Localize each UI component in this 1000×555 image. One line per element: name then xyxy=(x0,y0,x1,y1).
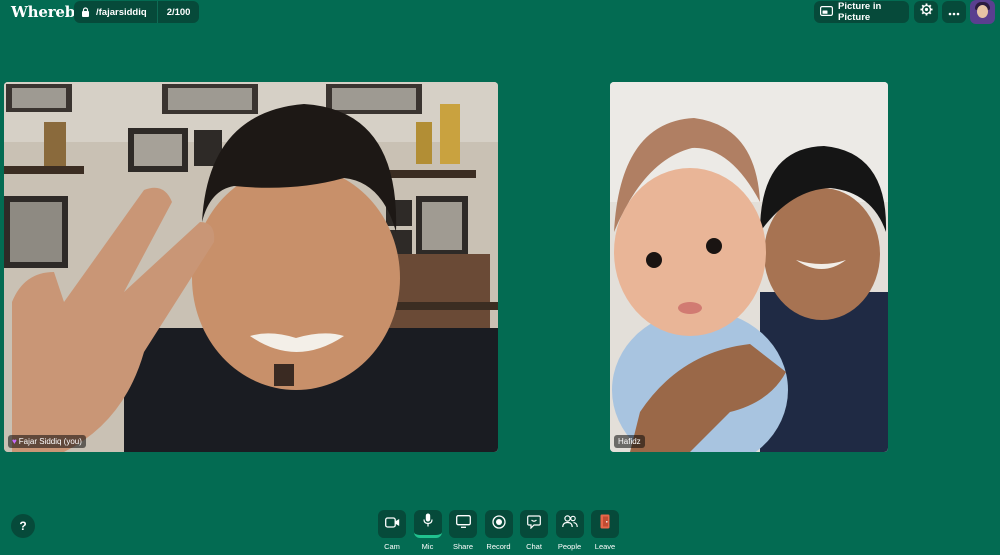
door-icon xyxy=(600,514,610,534)
whereby-logo: Whereby xyxy=(11,3,84,21)
people-control[interactable]: People xyxy=(555,510,584,551)
leave-control[interactable]: Leave xyxy=(591,510,619,551)
chat-button[interactable] xyxy=(520,510,548,538)
video-tile-self[interactable]: ♥ Fajar Siddiq (you) xyxy=(4,82,498,452)
more-options-button[interactable] xyxy=(942,1,966,23)
room-name: /fajarsiddiq xyxy=(96,6,147,18)
gear-icon xyxy=(919,3,933,21)
cam-label: Cam xyxy=(384,542,400,551)
avatar-face xyxy=(977,5,988,18)
participant-nametag: Hafidz xyxy=(614,435,645,448)
participant-name: Hafidz xyxy=(618,437,641,446)
camera-icon xyxy=(384,515,400,533)
meeting-toolbar: Cam Mic Share Record Chat People Leave xyxy=(378,510,619,551)
leave-label: Leave xyxy=(594,542,616,551)
video-tile-participant[interactable]: Hafidz xyxy=(610,82,888,452)
record-button[interactable] xyxy=(484,510,513,538)
record-control[interactable]: Record xyxy=(484,510,513,551)
cam-button[interactable] xyxy=(378,510,406,538)
record-icon xyxy=(491,514,506,534)
share-button[interactable] xyxy=(449,510,477,538)
record-label: Record xyxy=(486,542,511,551)
mic-button[interactable] xyxy=(413,510,442,538)
picture-in-picture-button[interactable]: Picture in Picture xyxy=(814,1,909,23)
settings-button[interactable] xyxy=(914,1,938,23)
pip-icon xyxy=(820,5,834,19)
people-button[interactable] xyxy=(555,510,584,538)
user-avatar[interactable] xyxy=(970,0,995,24)
heart-icon: ♥ xyxy=(12,437,17,446)
mic-control[interactable]: Mic xyxy=(413,510,442,551)
help-button[interactable]: ? xyxy=(11,514,35,538)
participant-name: Fajar Siddiq (you) xyxy=(18,437,82,446)
participant-nametag: ♥ Fajar Siddiq (you) xyxy=(8,435,86,448)
share-label: Share xyxy=(452,542,473,551)
room-info[interactable]: /fajarsiddiq 2/100 xyxy=(74,1,200,23)
pip-label: Picture in Picture xyxy=(838,1,882,23)
share-control[interactable]: Share xyxy=(449,510,477,551)
cam-control[interactable]: Cam xyxy=(378,510,406,551)
microphone-icon xyxy=(422,513,433,532)
video-feed-self xyxy=(4,82,498,452)
video-feed-participant xyxy=(610,82,888,452)
mic-label: Mic xyxy=(421,542,434,551)
lock-icon xyxy=(74,7,96,17)
more-icon xyxy=(948,3,960,21)
leave-button[interactable] xyxy=(591,510,619,538)
participant-count: 2/100 xyxy=(156,1,200,23)
chat-control[interactable]: Chat xyxy=(520,510,548,551)
people-label: People xyxy=(557,542,582,551)
people-icon xyxy=(561,515,578,533)
screen-share-icon xyxy=(455,515,471,533)
chat-icon xyxy=(527,514,541,534)
chat-label: Chat xyxy=(526,542,542,551)
